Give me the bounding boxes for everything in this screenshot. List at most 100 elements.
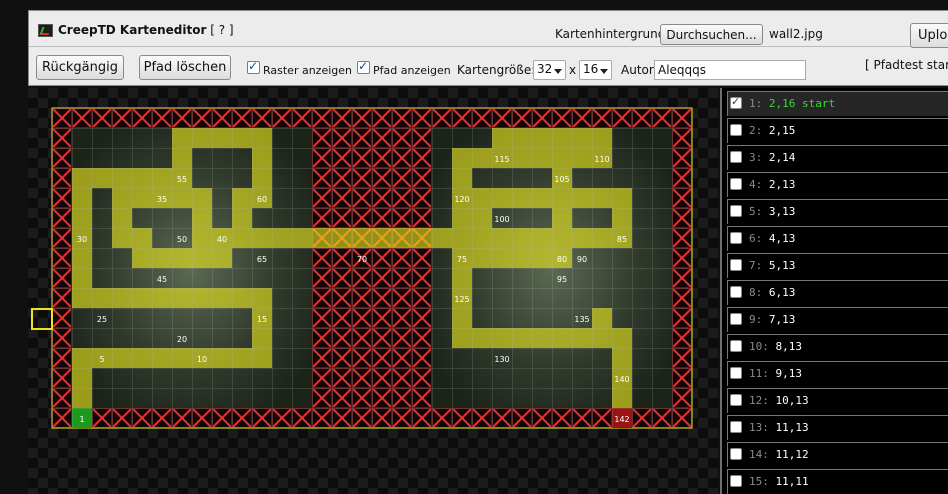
map-canvas[interactable]: 1510152025303540455055606570758085909510… — [28, 88, 718, 494]
path-point-item[interactable]: 5: 3,13 — [727, 199, 948, 224]
path-point-index: 15: — [749, 475, 769, 488]
path-point-label: 6: 4,13 — [749, 232, 795, 245]
path-point-checkbox[interactable] — [730, 340, 742, 352]
map-width-value: 32 — [537, 62, 553, 76]
upload-button[interactable]: Uplo — [910, 23, 948, 48]
path-point-coords: 2,13 — [768, 178, 796, 191]
path-point-checkbox[interactable] — [730, 448, 742, 460]
path-point-item[interactable]: 4: 2,13 — [727, 172, 948, 197]
map-height-value: 16 — [583, 62, 599, 76]
path-point-coords: 2,16 — [768, 97, 796, 110]
path-point-item[interactable]: 10: 8,13 — [727, 334, 948, 359]
path-point-index: 4: — [749, 178, 763, 191]
show-grid-checkbox[interactable] — [247, 59, 260, 74]
toolbar-row-bottom: Rückgängig Pfad löschen Raster anzeigen … — [29, 48, 948, 86]
chevron-down-icon — [554, 69, 562, 74]
path-point-item[interactable]: 14: 11,12 — [727, 442, 948, 467]
path-point-index: 1: — [749, 97, 763, 110]
path-point-label: 2: 2,15 — [749, 124, 795, 137]
path-point-coords: 5,13 — [768, 259, 796, 272]
path-point-coords: 2,15 — [768, 124, 796, 137]
chevron-down-icon — [600, 69, 608, 74]
path-point-item[interactable]: 12: 10,13 — [727, 388, 948, 413]
path-point-checkbox[interactable] — [730, 124, 742, 136]
path-point-checkbox[interactable] — [730, 313, 742, 325]
show-path-checkbox[interactable] — [357, 59, 370, 74]
path-point-label: 3: 2,14 — [749, 151, 795, 164]
path-point-checkbox[interactable] — [730, 232, 742, 244]
path-point-index: 11: — [749, 367, 769, 380]
path-point-coords: 2,14 — [768, 151, 796, 164]
map-size-label: Kartengröße: — [457, 63, 536, 77]
path-point-label: 7: 5,13 — [749, 259, 795, 272]
map-editor-area: 1510152025303540455055606570758085909510… — [28, 88, 718, 494]
author-input[interactable] — [654, 60, 806, 80]
path-point-label: 11: 9,13 — [749, 367, 802, 380]
path-point-checkbox[interactable] — [730, 421, 742, 433]
entry-marker[interactable] — [31, 308, 53, 330]
path-point-checkbox[interactable] — [730, 205, 742, 217]
path-point-coords: 7,13 — [768, 313, 796, 326]
path-point-label: 13: 11,13 — [749, 421, 809, 434]
undo-button[interactable]: Rückgängig — [36, 55, 124, 80]
path-point-item[interactable]: 15: 11,11 — [727, 469, 948, 494]
map-grid-overlay — [52, 108, 692, 428]
background-filename: wall2.jpg — [769, 27, 823, 41]
path-point-label: 1: 2,16 start — [749, 97, 835, 110]
path-point-checkbox[interactable] — [730, 367, 742, 379]
path-point-coords: 3,13 — [768, 205, 796, 218]
path-point-item[interactable]: 3: 2,14 — [727, 145, 948, 170]
path-point-checkbox[interactable] — [730, 178, 742, 190]
path-point-index: 6: — [749, 232, 763, 245]
browse-button[interactable]: Durchsuchen... — [660, 24, 763, 45]
show-path-label: Pfad anzeigen — [373, 64, 451, 77]
path-point-coords: 4,13 — [768, 232, 796, 245]
path-point-checkbox[interactable] — [730, 259, 742, 271]
clear-path-button[interactable]: Pfad löschen — [139, 55, 231, 80]
path-point-item[interactable]: 9: 7,13 — [727, 307, 948, 332]
path-point-index: 3: — [749, 151, 763, 164]
map-width-select[interactable]: 32 — [533, 60, 566, 80]
path-point-item[interactable]: 2: 2,15 — [727, 118, 948, 143]
path-point-coords: 9,13 — [775, 367, 803, 380]
path-point-note: start — [802, 97, 836, 110]
path-point-checkbox[interactable] — [730, 151, 742, 163]
path-point-item[interactable]: 13: 11,13 — [727, 415, 948, 440]
path-point-index: 13: — [749, 421, 769, 434]
path-point-checkbox[interactable] — [730, 394, 742, 406]
help-link[interactable]: [ ? ] — [210, 23, 233, 37]
map-size-separator: x — [569, 63, 577, 77]
path-point-item[interactable]: 11: 9,13 — [727, 361, 948, 386]
background-label: Kartenhintergrund: — [555, 27, 670, 41]
path-point-index: 2: — [749, 124, 763, 137]
path-point-coords: 11,11 — [775, 475, 809, 488]
path-point-item[interactable]: 7: 5,13 — [727, 253, 948, 278]
path-point-item[interactable]: 8: 6,13 — [727, 280, 948, 305]
pathtest-status: [ Pfadtest starte — [865, 58, 948, 72]
path-point-checkbox[interactable] — [730, 475, 742, 487]
path-point-item[interactable]: 1: 2,16 start — [727, 91, 948, 116]
path-point-label: 8: 6,13 — [749, 286, 795, 299]
path-point-index: 12: — [749, 394, 769, 407]
path-point-index: 5: — [749, 205, 763, 218]
path-point-checkbox[interactable] — [730, 286, 742, 298]
path-point-label: 14: 11,12 — [749, 448, 809, 461]
path-point-label: 12: 10,13 — [749, 394, 809, 407]
toolbar-row-top: CreepTD Karteneditor [ ? ] Kartenhinterg… — [29, 11, 948, 48]
app-title: CreepTD Karteneditor [ ? ] — [58, 23, 234, 37]
path-point-label: 9: 7,13 — [749, 313, 795, 326]
path-point-label: 15: 11,11 — [749, 475, 809, 488]
show-grid-label: Raster anzeigen — [263, 64, 353, 77]
path-point-coords: 6,13 — [768, 286, 796, 299]
path-point-index: 8: — [749, 286, 763, 299]
path-point-index: 14: — [749, 448, 769, 461]
path-point-item[interactable]: 6: 4,13 — [727, 226, 948, 251]
path-point-checkbox[interactable] — [730, 95, 742, 109]
map-height-select[interactable]: 16 — [579, 60, 612, 80]
app-title-text: CreepTD Karteneditor — [58, 23, 207, 37]
map-editor-app: CreepTD Karteneditor [ ? ] Kartenhinterg… — [0, 0, 948, 494]
path-point-label: 5: 3,13 — [749, 205, 795, 218]
path-point-coords: 11,13 — [775, 421, 809, 434]
path-point-index: 9: — [749, 313, 763, 326]
creeptd-logo-icon — [38, 24, 53, 37]
